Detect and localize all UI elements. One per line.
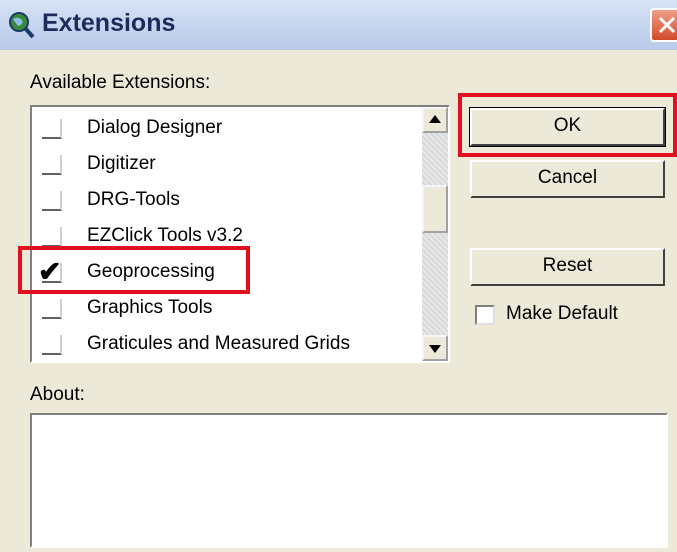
checkbox[interactable] — [42, 191, 62, 211]
arrow-up-icon — [429, 115, 441, 123]
extensions-list[interactable]: Dialog Designer Digitizer DRG-Tools EZCl… — [30, 105, 450, 363]
list-item-graticules[interactable]: Graticules and Measured Grids — [32, 327, 422, 361]
arrow-down-icon — [429, 345, 441, 353]
list-item-dialog-designer[interactable]: Dialog Designer — [32, 111, 422, 147]
make-default-checkbox[interactable] — [475, 305, 495, 325]
scroll-up-button[interactable] — [422, 107, 448, 133]
close-icon — [658, 16, 676, 34]
checkbox[interactable] — [42, 155, 62, 175]
extension-label: Graticules and Measured Grids — [87, 333, 350, 354]
extension-label: Graphics Tools — [87, 297, 213, 318]
highlight-geoprocessing — [18, 246, 250, 294]
window-title: Extensions — [42, 9, 176, 37]
about-text-area — [30, 413, 668, 548]
reset-button[interactable]: Reset — [470, 248, 665, 286]
list-item-drg-tools[interactable]: DRG-Tools — [32, 183, 422, 219]
extension-label: EZClick Tools v3.2 — [87, 225, 243, 246]
extension-label: Digitizer — [87, 153, 156, 174]
globe-magnifier-icon — [6, 10, 36, 40]
checkbox[interactable] — [42, 227, 62, 247]
make-default-label: Make Default — [506, 303, 618, 324]
checkbox[interactable] — [42, 119, 62, 139]
scroll-down-button[interactable] — [422, 335, 448, 361]
available-extensions-label: Available Extensions: — [30, 72, 211, 93]
extension-label: Dialog Designer — [87, 117, 223, 138]
scrollbar[interactable] — [422, 107, 448, 361]
checkbox[interactable] — [42, 335, 62, 355]
scroll-thumb[interactable] — [422, 185, 448, 233]
cancel-button[interactable]: Cancel — [470, 160, 665, 198]
title-bar: Extensions — [0, 0, 677, 50]
about-label: About: — [30, 384, 85, 405]
checkbox[interactable] — [42, 299, 62, 319]
list-item-digitizer[interactable]: Digitizer — [32, 147, 422, 183]
highlight-ok-button — [458, 93, 677, 157]
list-item-graphics-tools[interactable]: Graphics Tools — [32, 291, 422, 327]
extension-label: DRG-Tools — [87, 189, 180, 210]
close-button[interactable] — [650, 8, 677, 42]
